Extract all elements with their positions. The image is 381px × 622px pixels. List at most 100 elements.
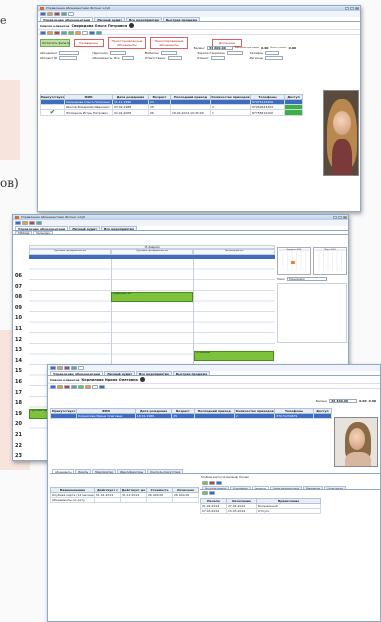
edit-icon[interactable] bbox=[209, 491, 215, 495]
filter-field[interactable] bbox=[121, 56, 134, 60]
table-row[interactable]: 07.03.2014 15.03.2014 Отпуск bbox=[200, 508, 321, 514]
refresh-icon[interactable] bbox=[40, 12, 46, 16]
tab-group[interactable]: Состав группы bbox=[324, 486, 346, 490]
tab-all-events[interactable]: Все мероприятия bbox=[125, 17, 162, 22]
column-header[interactable]: Действует до bbox=[120, 487, 147, 493]
home-icon[interactable] bbox=[47, 12, 53, 16]
column-header[interactable]: Действует с bbox=[94, 487, 121, 493]
settings-icon[interactable] bbox=[68, 12, 74, 16]
minimize-button[interactable] bbox=[333, 216, 337, 219]
export-icon[interactable] bbox=[68, 31, 74, 35]
tab-all-events[interactable]: Все мероприятия bbox=[135, 371, 172, 376]
tab-personal-audit[interactable]: Личный аудит bbox=[104, 371, 135, 376]
add-client-icon[interactable] bbox=[50, 385, 56, 389]
frozen-subscriptions-button[interactable]: Приостановленные абонементы bbox=[108, 37, 146, 49]
print-icon[interactable] bbox=[36, 221, 42, 225]
table-row[interactable]: ✔ Фтоменов Игорь Петрович 02.01.2008 06 … bbox=[40, 109, 303, 116]
tab-all-events[interactable]: Все мероприятия bbox=[100, 226, 137, 231]
tab-services[interactable]: Услуги/время bbox=[230, 486, 251, 490]
column-header[interactable]: Количество приходов bbox=[233, 408, 276, 414]
edit-icon[interactable] bbox=[216, 481, 222, 485]
filter-field[interactable] bbox=[109, 51, 126, 55]
maximize-button[interactable] bbox=[350, 7, 354, 10]
report-icon[interactable] bbox=[29, 221, 35, 225]
history-icon[interactable] bbox=[96, 31, 102, 35]
settings-icon[interactable] bbox=[78, 366, 84, 370]
tab-table[interactable]: Таблица bbox=[15, 231, 33, 235]
calendar-event[interactable]: Бодибилдинг (Вт) bbox=[111, 292, 193, 302]
tab-subscriptions[interactable]: Управление абонементами bbox=[15, 226, 69, 231]
tab-events[interactable]: Мероприятия bbox=[92, 469, 116, 474]
selected-date[interactable] bbox=[291, 261, 295, 264]
print-icon[interactable] bbox=[71, 366, 77, 370]
filter-field[interactable] bbox=[264, 56, 283, 60]
column-header[interactable]: Количество приходов bbox=[210, 94, 251, 100]
edit-client-icon[interactable] bbox=[47, 31, 53, 35]
tab-sections[interactable]: Доступные разделы bbox=[202, 486, 230, 490]
filter-field[interactable] bbox=[59, 51, 80, 55]
unverified-button[interactable]: Незаверенн. bbox=[74, 39, 104, 47]
column-header[interactable]: Присутствует bbox=[49, 408, 78, 414]
delete-client-icon[interactable] bbox=[64, 385, 70, 389]
mini-calendar-march[interactable]: Март 2014 bbox=[313, 247, 347, 275]
camera-icon[interactable] bbox=[139, 377, 145, 382]
tab-visits[interactable]: Визиты bbox=[75, 469, 92, 474]
filter-icon[interactable] bbox=[89, 31, 95, 35]
refresh-icon[interactable] bbox=[50, 366, 56, 370]
tab-additional[interactable]: Список дополнительных bbox=[269, 486, 302, 490]
resource-list[interactable] bbox=[277, 283, 347, 343]
report-icon[interactable] bbox=[64, 366, 70, 370]
filter-icon[interactable] bbox=[99, 385, 105, 389]
tab-quick-sale[interactable]: Быстрая продажа bbox=[162, 17, 201, 22]
tab-events[interactable]: Мероприятия bbox=[302, 486, 324, 490]
client-list-label[interactable]: Список клиентов bbox=[50, 378, 79, 382]
filter-field[interactable] bbox=[265, 51, 280, 55]
column-header[interactable]: Дата рождения bbox=[112, 94, 149, 100]
photo-icon[interactable] bbox=[75, 31, 81, 35]
export-icon[interactable] bbox=[78, 385, 84, 389]
uncopied-subscriptions-button[interactable]: Нескопированные абонементы bbox=[150, 37, 188, 49]
maximize-button[interactable] bbox=[338, 216, 342, 219]
calendar-event[interactable]: Гр. программ bbox=[194, 351, 274, 361]
table-row[interactable]: Корнилова Ирина Олеговна 18.01.1989 25 2… bbox=[49, 413, 333, 419]
refresh-icon[interactable] bbox=[15, 221, 21, 225]
search-icon[interactable] bbox=[61, 31, 67, 35]
photo-icon[interactable] bbox=[85, 385, 91, 389]
tab-calendar[interactable]: Календарь bbox=[33, 231, 54, 235]
tab-subscriptions[interactable]: Управление абонементами bbox=[40, 17, 94, 22]
filter-select[interactable]: Тренировки bbox=[286, 277, 327, 281]
add-icon[interactable] bbox=[202, 491, 208, 495]
delete-client-icon[interactable] bbox=[54, 31, 60, 35]
tab-identifiers[interactable]: Идентификаторы bbox=[116, 469, 147, 474]
table-row[interactable]: Абонементы по лету bbox=[50, 497, 199, 503]
client-list-label[interactable]: Список клиентов bbox=[40, 24, 69, 28]
filter-field[interactable] bbox=[59, 56, 78, 60]
tab-subscriptions[interactable]: Управление абонементами bbox=[50, 371, 104, 376]
filter-field[interactable] bbox=[168, 56, 183, 60]
tab-personal-audit[interactable]: Личный аудит bbox=[94, 17, 125, 22]
home-icon[interactable] bbox=[57, 366, 63, 370]
close-button[interactable] bbox=[355, 7, 359, 10]
tab-presence-control[interactable]: Контроль присутствия bbox=[147, 469, 184, 474]
camera-icon[interactable] bbox=[129, 23, 135, 28]
add-client-icon[interactable] bbox=[40, 31, 46, 35]
search-icon[interactable] bbox=[71, 385, 77, 389]
column-header[interactable]: Присутствует bbox=[40, 94, 65, 100]
tab-quick-sale[interactable]: Быстрая продажа bbox=[172, 371, 211, 376]
close-button[interactable] bbox=[343, 216, 347, 219]
filter-field[interactable] bbox=[210, 56, 225, 60]
column-header[interactable]: Дата рождения bbox=[134, 408, 173, 414]
home-icon[interactable] bbox=[22, 221, 28, 225]
tab-freezes[interactable]: Заморозки bbox=[251, 486, 269, 490]
print-icon[interactable] bbox=[61, 12, 67, 16]
column-header[interactable]: Последний приход bbox=[193, 408, 235, 414]
filter-field[interactable] bbox=[226, 51, 243, 55]
edit-client-icon[interactable] bbox=[57, 385, 63, 389]
add-icon[interactable] bbox=[202, 481, 208, 485]
minimize-button[interactable] bbox=[345, 7, 349, 10]
filter-field[interactable] bbox=[160, 51, 177, 55]
column-header[interactable]: Последний приход bbox=[170, 94, 211, 100]
remove-icon[interactable] bbox=[209, 481, 215, 485]
mini-calendar-february[interactable]: Февраль 2014 bbox=[277, 247, 311, 275]
column-header[interactable]: Стоимость bbox=[146, 487, 173, 493]
